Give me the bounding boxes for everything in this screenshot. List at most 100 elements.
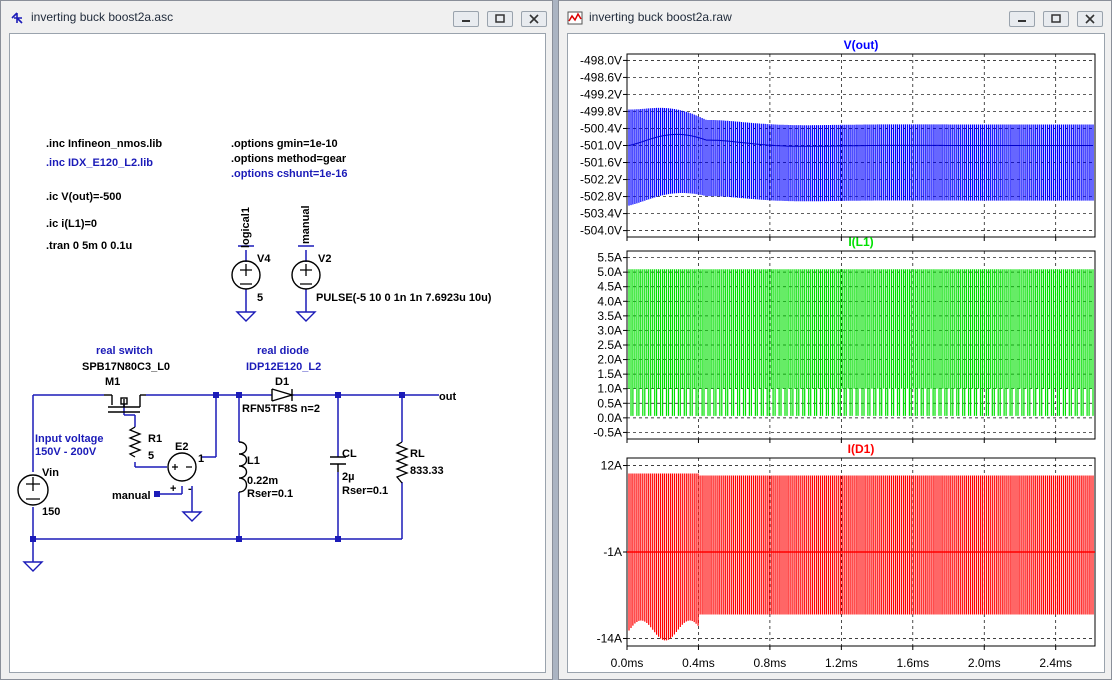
svg-text:+: + <box>170 483 176 495</box>
pane-1[interactable]: V(out) -498.0V -498.6V -499.2V -499.8V -500.4… <box>580 38 1096 241</box>
y-tick-label: 1.0A <box>597 382 622 396</box>
y-tick-label: 3.0A <box>597 323 622 337</box>
e2-input-manual[interactable]: manual <box>112 490 151 502</box>
net-label-manual[interactable]: manual <box>300 205 312 244</box>
v2-value[interactable]: PULSE(-5 10 0 1n 1n 7.6923u 10u) <box>316 292 492 304</box>
pane-2[interactable]: I(L1) 5.5A5.0A4.5A4.0A3.5A3.0A2.5A2.0A1.5… <box>593 235 1096 443</box>
y-tick-label: -502.2V <box>580 173 622 187</box>
cl-rser[interactable]: Rser=0.1 <box>342 485 388 497</box>
directive-inc-diode[interactable]: .inc IDX_E120_L2.lib <box>46 157 153 169</box>
m1-model[interactable]: SPB17N80C3_L0 <box>82 361 170 373</box>
y-tick-label: 4.0A <box>597 294 622 308</box>
y-tick-label: -498.0V <box>580 53 622 67</box>
y-tick-label: -499.2V <box>580 87 622 101</box>
schematic-drawing[interactable]: + - .inc Infineon_nmos.lib .inc IDX_E120… <box>10 34 546 673</box>
net-label-out[interactable]: out <box>439 391 456 403</box>
directive-tran[interactable]: .tran 0 5m 0 0.1u <box>46 240 132 252</box>
minimize-button[interactable] <box>1009 11 1035 27</box>
pane-3[interactable]: I(D1) 12A -1A -14A <box>597 442 1096 650</box>
l1-value[interactable]: 0.22m <box>247 475 278 487</box>
close-button[interactable] <box>1077 11 1103 27</box>
l1-rser[interactable]: Rser=0.1 <box>247 488 293 500</box>
v2-label[interactable]: V2 <box>318 253 331 265</box>
vin-label[interactable]: Vin <box>42 467 59 479</box>
svg-text:-: - <box>188 483 192 495</box>
close-icon <box>1085 14 1095 24</box>
directive-inc-nmos[interactable]: .inc Infineon_nmos.lib <box>46 138 162 150</box>
directive-cshunt[interactable]: .options cshunt=1e-16 <box>231 168 347 180</box>
maximize-icon <box>1051 14 1061 23</box>
cl-label[interactable]: CL <box>342 448 357 460</box>
v4-label[interactable]: V4 <box>257 253 271 265</box>
y-tick-label: -0.5A <box>593 425 622 439</box>
d1-label[interactable]: D1 <box>275 376 289 388</box>
pane-title[interactable]: V(out) <box>844 38 879 52</box>
x-tick-label: 2.4ms <box>1039 656 1072 670</box>
y-tick-label: 0.5A <box>597 396 622 410</box>
y-tick-label: -502.8V <box>580 190 622 204</box>
waveform-viewer[interactable]: V(out) -498.0V -498.6V -499.2V -499.8V -500.4… <box>567 33 1105 673</box>
v4-value[interactable]: 5 <box>257 292 263 304</box>
directive-ic-il1[interactable]: .ic i(L1)=0 <box>46 218 97 230</box>
rl-value[interactable]: 833.33 <box>410 465 444 477</box>
y-tick-label: -504.0V <box>580 224 622 238</box>
waveform-plot[interactable]: V(out) -498.0V -498.6V -499.2V -499.8V -500.4… <box>568 34 1105 673</box>
waveform-titlebar[interactable]: inverting buck boost2a.raw <box>559 1 1111 33</box>
minimize-icon <box>462 20 470 22</box>
net-label-logical1[interactable]: logical1 <box>240 207 252 248</box>
l1-label[interactable]: L1 <box>247 455 260 467</box>
x-tick-label: 2.0ms <box>968 656 1001 670</box>
y-tick-label: -500.4V <box>580 121 622 135</box>
directive-gmin[interactable]: .options gmin=1e-10 <box>231 138 338 150</box>
y-tick-label: 2.5A <box>597 338 622 352</box>
x-tick-label: 0.8ms <box>754 656 787 670</box>
directive-method[interactable]: .options method=gear <box>231 153 347 165</box>
pane-title[interactable]: I(L1) <box>848 235 873 249</box>
d1-param[interactable]: RFN5TF8S n=2 <box>242 403 320 415</box>
y-tick-label: 0.0A <box>597 411 622 425</box>
vin-value[interactable]: 150 <box>42 506 60 518</box>
close-button[interactable] <box>521 11 547 27</box>
comment-input-voltage[interactable]: Input voltage <box>35 433 103 445</box>
minimize-button[interactable] <box>453 11 479 27</box>
x-tick-label: 0.4ms <box>682 656 715 670</box>
e2-value[interactable]: 1 <box>198 453 204 465</box>
y-tick-label: 3.5A <box>597 309 622 323</box>
pane-title[interactable]: I(D1) <box>848 442 875 456</box>
directive-ic-vout[interactable]: .ic V(out)=-500 <box>46 191 122 203</box>
y-tick-label: 5.0A <box>597 265 622 279</box>
x-tick-label: 1.2ms <box>825 656 858 670</box>
y-tick-label: 12A <box>601 459 622 473</box>
comment-real-diode[interactable]: real diode <box>257 345 309 357</box>
schematic-canvas[interactable]: + - .inc Infineon_nmos.lib .inc IDX_E120… <box>9 33 546 673</box>
x-tick-label: 0.0ms <box>611 656 644 670</box>
maximize-button[interactable] <box>1043 11 1069 27</box>
y-tick-label: -14A <box>597 631 622 645</box>
e2-label[interactable]: E2 <box>175 441 188 453</box>
waveform-window-title: inverting buck boost2a.raw <box>589 10 732 24</box>
y-tick-label: -1A <box>603 545 622 559</box>
schematic-window-title: inverting buck boost2a.asc <box>31 10 174 24</box>
y-tick-label: 2.0A <box>597 353 622 367</box>
y-tick-label: 1.5A <box>597 367 622 381</box>
y-tick-label: -501.0V <box>580 139 622 153</box>
r1-label[interactable]: R1 <box>148 433 162 445</box>
minimize-icon <box>1018 20 1026 22</box>
maximize-button[interactable] <box>487 11 513 27</box>
y-tick-label: -503.4V <box>580 207 622 221</box>
y-tick-label: -501.6V <box>580 156 622 170</box>
x-tick-label: 1.6ms <box>896 656 929 670</box>
rl-label[interactable]: RL <box>410 448 425 460</box>
close-icon <box>529 14 539 24</box>
r1-value[interactable]: 5 <box>148 450 154 462</box>
waveform-window: inverting buck boost2a.raw V(out) -498.0V… <box>558 0 1112 680</box>
cl-value[interactable]: 2µ <box>342 471 354 483</box>
schematic-window: inverting buck boost2a.asc + - .inc Infi… <box>0 0 553 680</box>
d1-model[interactable]: IDP12E120_L2 <box>246 361 321 373</box>
m1-label[interactable]: M1 <box>105 376 120 388</box>
comment-real-switch[interactable]: real switch <box>96 345 153 357</box>
comment-input-range[interactable]: 150V - 200V <box>35 446 97 458</box>
y-tick-label: 5.5A <box>597 251 622 265</box>
y-tick-label: 4.5A <box>597 280 622 294</box>
schematic-titlebar[interactable]: inverting buck boost2a.asc <box>1 1 552 33</box>
